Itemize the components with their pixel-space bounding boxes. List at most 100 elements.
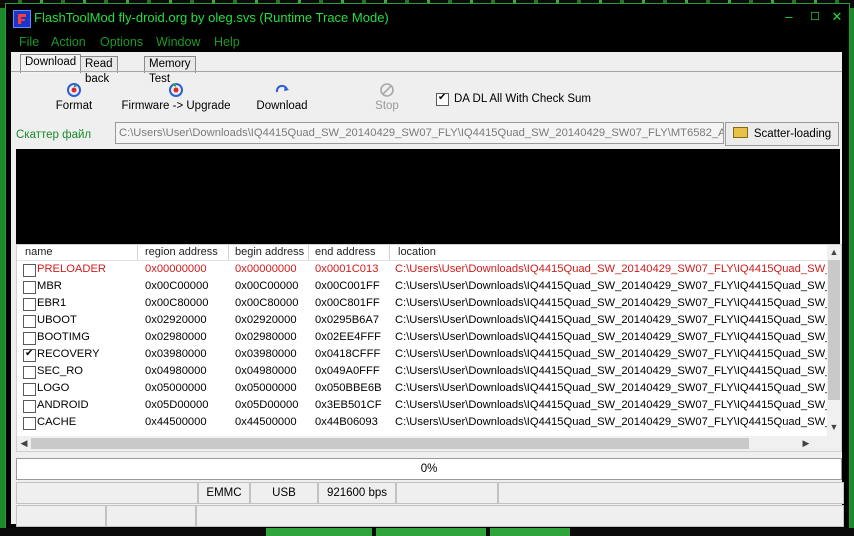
cell-begin-address: 0x00C80000 <box>235 297 299 309</box>
row-checkbox[interactable] <box>23 298 36 311</box>
cell-end-address: 0x050BBE6B <box>315 382 382 394</box>
row-checkbox[interactable] <box>23 417 36 430</box>
scroll-down-icon[interactable]: ▼ <box>827 420 841 434</box>
firmware-upgrade-label: Firmware -> Upgrade <box>121 100 231 112</box>
table-row[interactable]: ANDROID 0x05D00000 0x05D00000 0x3EB501CF C:\… <box>17 397 831 414</box>
cell-name: LOGO <box>37 382 70 394</box>
cell-location: C:\Users\User\Downloads\IQ4415Quad_SW_20… <box>395 399 832 411</box>
menu-file[interactable]: File <box>19 35 39 49</box>
table-row[interactable]: UBOOT 0x02920000 0x02920000 0x0295B6A7 C:\Us… <box>17 312 831 329</box>
folder-icon <box>732 127 748 138</box>
row-checkbox[interactable] <box>23 383 36 396</box>
cell-location: C:\Users\User\Downloads\IQ4415Quad_SW_20… <box>395 365 832 377</box>
status-bar-secondary <box>16 505 847 527</box>
cell-name: ANDROID <box>37 399 89 411</box>
cell-location: C:\Users\User\Downloads\IQ4415Quad_SW_20… <box>395 348 832 360</box>
menu-help[interactable]: Help <box>214 35 240 49</box>
minimize-icon[interactable]: – <box>781 10 797 24</box>
download-tab-page: Format Firmware -> Upgrade Download Stop… <box>11 71 842 458</box>
column-begin-address[interactable]: begin address <box>235 246 304 258</box>
cell-begin-address: 0x02920000 <box>235 314 297 326</box>
cell-name: SEC_RO <box>37 365 84 377</box>
title-bar[interactable]: FlashToolMod fly-droid.org by oleg.svs (… <box>6 4 849 32</box>
maximize-icon[interactable]: ☐ <box>807 10 823 24</box>
stop-icon <box>380 83 394 97</box>
stop-label: Stop <box>375 100 399 112</box>
vertical-scroll-thumb[interactable] <box>828 260 840 400</box>
table-row[interactable]: MBR 0x00C00000 0x00C00000 0x00C001FF C:\User… <box>17 278 831 295</box>
status-bar: EMMC USB 921600 bps <box>16 482 847 504</box>
row-checkbox[interactable] <box>23 281 36 294</box>
menu-window[interactable]: Window <box>156 35 200 49</box>
scroll-right-icon[interactable]: ▶ <box>799 436 813 450</box>
cell-region-address: 0x05000000 <box>145 382 207 394</box>
vertical-scrollbar[interactable]: ▲ ▼ <box>827 245 841 451</box>
close-icon[interactable]: ✕ <box>829 10 845 24</box>
table-row[interactable]: LOGO 0x05000000 0x05000000 0x050BBE6B C:\Use… <box>17 380 831 397</box>
table-row[interactable]: CACHE 0x44500000 0x44500000 0x44B06093 C:\Us… <box>17 414 831 431</box>
cell-end-address: 0x049A0FFF <box>315 365 380 377</box>
cell-end-address: 0x0295B6A7 <box>315 314 380 326</box>
status-storage: EMMC <box>198 482 250 504</box>
cell-location: C:\Users\User\Downloads\IQ4415Quad_SW_20… <box>395 382 832 394</box>
progress-bar: 0% <box>16 458 842 480</box>
cell-begin-address: 0x00000000 <box>235 263 297 275</box>
row-checkbox[interactable] <box>23 264 36 277</box>
cell-region-address: 0x05D00000 <box>145 399 209 411</box>
table-row[interactable]: RECOVERY 0x03980000 0x03980000 0x0418CFFF C:… <box>17 346 831 363</box>
cell-region-address: 0x44500000 <box>145 416 207 428</box>
table-row[interactable]: SEC_RO 0x04980000 0x04980000 0x049A0FFF C:\U… <box>17 363 831 380</box>
row-checkbox[interactable] <box>23 315 36 328</box>
column-region-address[interactable]: region address <box>145 246 218 258</box>
cell-region-address: 0x00000000 <box>145 263 207 275</box>
log-console <box>16 149 840 244</box>
table-row[interactable]: EBR1 0x00C80000 0x00C80000 0x00C801FF C:\Use… <box>17 295 831 312</box>
cell-name: EBR1 <box>37 297 67 309</box>
status-cell-empty-2 <box>396 482 498 504</box>
table-row[interactable]: BOOTIMG 0x02980000 0x02980000 0x02EE4FFF C:\… <box>17 329 831 346</box>
cell-region-address: 0x02980000 <box>145 331 207 343</box>
menu-options[interactable]: Options <box>100 35 143 49</box>
cell-begin-address: 0x03980000 <box>235 348 297 360</box>
menu-bar: File Action Options Window Help <box>6 32 849 52</box>
table-row[interactable]: PRELOADER 0x00000000 0x00000000 0x0001C013 C… <box>17 261 831 278</box>
cell-begin-address: 0x04980000 <box>235 365 297 377</box>
cell-begin-address: 0x00C00000 <box>235 280 299 292</box>
cell-region-address: 0x00C80000 <box>145 297 209 309</box>
row-checkbox[interactable] <box>23 332 36 345</box>
stop-button[interactable]: Stop <box>367 82 407 112</box>
da-dl-checksum-checkbox[interactable] <box>436 92 449 106</box>
menu-action[interactable]: Action <box>51 35 86 49</box>
horizontal-scrollbar[interactable]: ◀ ▶ <box>17 436 827 451</box>
scatter-loading-button[interactable]: Scatter-loading <box>725 122 839 146</box>
table-header: name region address begin address end ad… <box>17 245 827 261</box>
row-checkbox[interactable] <box>23 366 36 379</box>
cell-name: MBR <box>37 280 62 292</box>
column-end-address[interactable]: end address <box>315 246 376 258</box>
format-button[interactable]: Format <box>45 82 103 112</box>
scroll-up-icon[interactable]: ▲ <box>827 245 841 259</box>
partition-table: name region address begin address end ad… <box>16 244 842 452</box>
horizontal-scroll-thumb[interactable] <box>31 438 749 449</box>
cell-region-address: 0x04980000 <box>145 365 207 377</box>
status2-cell-1 <box>16 505 106 527</box>
download-button[interactable]: Download <box>252 82 312 112</box>
scatter-path-field[interactable]: C:\Users\User\Downloads\IQ4415Quad_SW_20… <box>115 122 724 144</box>
cell-location: C:\Users\User\Downloads\IQ4415Quad_SW_20… <box>395 416 832 428</box>
cell-end-address: 0x0001C013 <box>315 263 379 275</box>
firmware-upgrade-button[interactable]: Firmware -> Upgrade <box>121 82 231 112</box>
cell-location: C:\Users\User\Downloads\IQ4415Quad_SW_20… <box>395 331 832 343</box>
firmware-upgrade-icon <box>169 83 183 97</box>
cell-name: BOOTIMG <box>37 331 90 343</box>
cell-name: RECOVERY <box>37 348 100 360</box>
status-cell-empty-1 <box>16 482 198 504</box>
cell-end-address: 0x0418CFFF <box>315 348 381 360</box>
column-location[interactable]: location <box>398 246 436 258</box>
status2-cell-2 <box>106 505 196 527</box>
row-checkbox[interactable] <box>23 400 36 413</box>
scroll-left-icon[interactable]: ◀ <box>17 436 31 450</box>
column-name[interactable]: name <box>25 246 53 258</box>
cell-location: C:\Users\User\Downloads\IQ4415Quad_SW_20… <box>395 263 832 275</box>
format-icon <box>67 83 81 97</box>
row-checkbox[interactable] <box>23 348 36 362</box>
